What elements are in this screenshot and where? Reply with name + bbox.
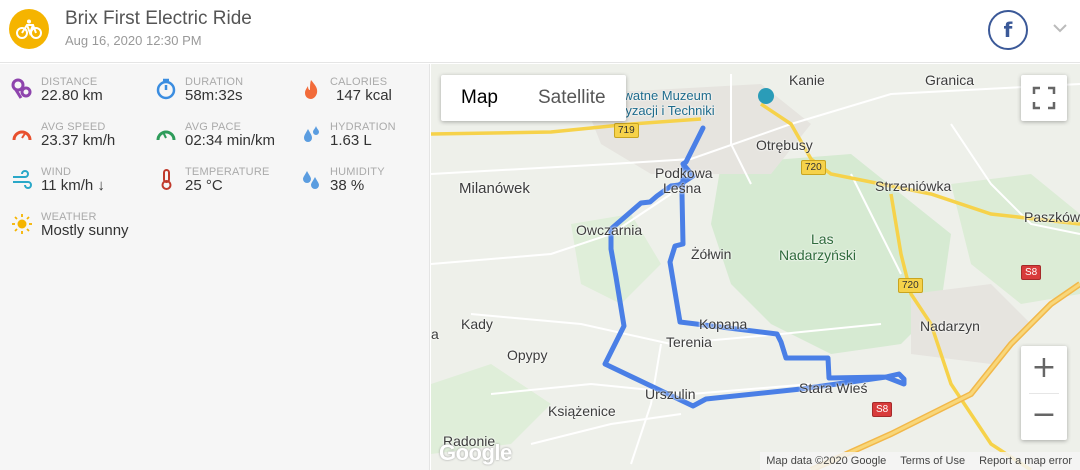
stat-value: 1.63 L [330, 132, 372, 149]
stat-value: 38 % [330, 177, 365, 194]
map-label-zolwin: Żółwin [691, 246, 732, 262]
map-label-granica: Granica [925, 72, 975, 88]
road-shield-720-b: 720 [898, 278, 923, 293]
map-label-strzeniowka: Strzeniówka [875, 178, 952, 194]
activity-date: Aug 16, 2020 12:30 PM [65, 33, 202, 48]
map-label-lesna: Leśna [663, 180, 702, 196]
map-label-museum-2: ryzacji i Techniki [621, 103, 715, 118]
zoom-control: + − [1021, 346, 1067, 440]
zoom-out-button[interactable]: − [1021, 393, 1067, 440]
road-shield-719: 719 [614, 123, 639, 138]
facebook-icon[interactable]: f [988, 10, 1028, 50]
zoom-divider [1029, 393, 1059, 394]
humidity-icon [303, 171, 319, 189]
sun-icon [12, 214, 32, 234]
map-label-ksiazenice: Książenice [548, 403, 616, 419]
map-label-kanie: Kanie [789, 72, 825, 88]
map-label-kady: Kady [461, 316, 493, 332]
stat-value: 25 °C [185, 177, 223, 194]
flame-icon [305, 80, 318, 99]
route-icon [11, 78, 32, 99]
map-type-map-button[interactable]: Map [441, 75, 518, 121]
terms-of-use-link[interactable]: Terms of Use [900, 455, 965, 467]
map-label-las: Las [811, 231, 834, 247]
map-label-stara-wies: Stara Wieś [799, 380, 868, 396]
thermometer-icon [161, 169, 172, 190]
stat-value: 58m:32s [185, 87, 243, 104]
activity-title: Brix First Electric Ride [65, 8, 252, 29]
map-label-owczarnia: Owczarnia [576, 222, 643, 238]
activity-header: Brix First Electric Ride Aug 16, 2020 12… [0, 0, 1080, 63]
map-canvas[interactable] [431, 64, 1080, 470]
bicycle-icon [9, 9, 49, 49]
map-label-otrebusy: Otrębusy [756, 137, 813, 153]
speedometer-icon [12, 130, 32, 141]
map-label-museum: ywatne Muzeum [617, 88, 712, 103]
stat-value: 02:34 min/km [185, 132, 276, 149]
route-map[interactable]: Kanie Granica ywatne Muzeum ryzacji i Te… [431, 64, 1080, 470]
wind-icon [13, 170, 32, 189]
report-map-error-link[interactable]: Report a map error [979, 455, 1072, 467]
map-label-edge: a [431, 326, 439, 342]
road-shield-s8: S8 [1021, 265, 1042, 280]
stat-value: Mostly sunny [41, 222, 129, 239]
map-label-opypy: Opypy [507, 347, 548, 363]
map-label-kopana: Kopana [699, 316, 748, 332]
water-drops-icon [304, 126, 319, 142]
map-type-satellite-button[interactable]: Satellite [518, 75, 626, 121]
chevron-down-icon[interactable] [1050, 18, 1070, 38]
stopwatch-icon [156, 78, 176, 100]
map-label-nadarzyn: Nadarzyn [920, 318, 980, 334]
map-label-urszulin: Urszulin [645, 386, 696, 402]
museum-icon [758, 88, 774, 104]
stat-value: 147 kcal [336, 87, 392, 104]
map-label-nadarzynski: Nadarzyński [779, 247, 857, 263]
fullscreen-button[interactable] [1021, 75, 1067, 121]
map-data-credit: Map data ©2020 Google [766, 455, 887, 467]
stat-value: 11 km/h ↓ [41, 177, 105, 194]
road-shield-s8-b: S8 [872, 402, 893, 417]
pace-gauge-icon [156, 130, 176, 141]
map-footer: Map data ©2020 Google Terms of Use Repor… [760, 452, 1080, 470]
map-label-milanowek: Milanówek [459, 180, 530, 197]
map-label-terenia: Terenia [666, 334, 712, 350]
road-shield-720: 720 [801, 160, 826, 175]
zoom-in-button[interactable]: + [1021, 346, 1067, 393]
fullscreen-icon [1032, 86, 1056, 110]
stat-value: 23.37 km/h [41, 132, 116, 149]
google-logo: Google [439, 440, 512, 465]
stats-panel: DISTANCE 22.80 km DURATION 58m:32s CALOR… [0, 64, 430, 470]
map-label-podkowa: Podkowa [655, 165, 713, 181]
map-label-paszkow: Paszków [1024, 209, 1080, 225]
stat-value: 22.80 km [41, 87, 103, 104]
map-type-control: Map Satellite [441, 75, 626, 121]
